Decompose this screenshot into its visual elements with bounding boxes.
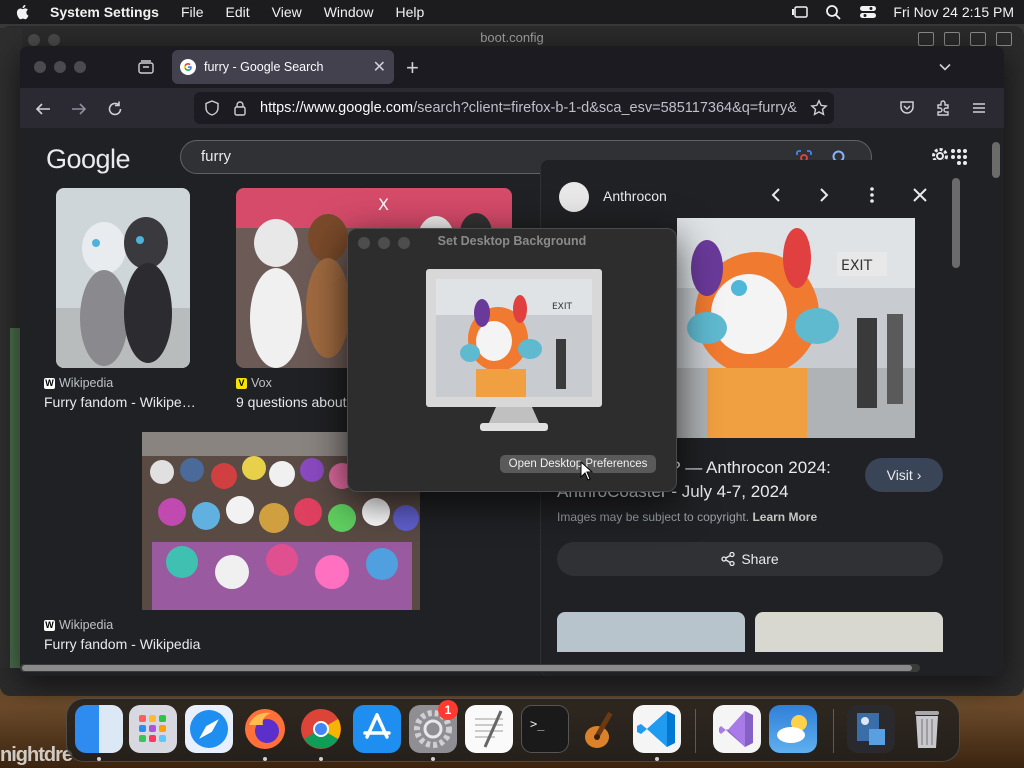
close-panel-icon[interactable] (911, 186, 929, 204)
url-path: /search?client=firefox-b-1-d&sca_esv=585… (413, 100, 797, 116)
menu-view[interactable]: View (272, 4, 302, 20)
dock-textedit-icon[interactable] (465, 705, 513, 753)
set-desktop-background-dialog: Set Desktop Background EXIT Open Desktop… (347, 228, 677, 492)
dock-app-store-icon[interactable] (353, 705, 401, 753)
svg-text:EXIT: EXIT (552, 302, 573, 312)
dialog-title: Set Desktop Background (437, 234, 587, 248)
dock: >_ (66, 698, 960, 762)
panel-site-name[interactable]: Anthrocon (603, 188, 667, 204)
panel-scrollbar[interactable] (952, 178, 960, 268)
menu-bar: System Settings File Edit View Window He… (0, 0, 1024, 24)
dock-chrome-icon[interactable] (297, 705, 345, 753)
url-host: https://www.google.com (260, 100, 414, 116)
result-source: W Wikipedia (44, 376, 114, 390)
panel-right-icon[interactable] (970, 32, 986, 46)
tab-bar: furry - Google Search ✕ + (20, 46, 1004, 88)
address-bar[interactable]: https://www.google.com/search?client=fir… (194, 92, 834, 124)
result-source: V Vox (236, 376, 272, 390)
sidebar-toggle-icon[interactable] (918, 32, 934, 46)
menu-help[interactable]: Help (396, 4, 425, 20)
bookmark-star-icon[interactable] (810, 99, 828, 117)
result-caption[interactable]: Furry fandom - Wikipe… (44, 394, 196, 410)
system-settings-notification-badge: 1 (438, 700, 458, 720)
list-all-tabs-chevron-icon[interactable] (938, 60, 952, 74)
wallpaper-text: nightdre (0, 744, 73, 766)
wikipedia-icon: W (44, 377, 55, 389)
tab-title: furry - Google Search (204, 60, 324, 74)
result-source: W Wikipedia (44, 618, 114, 632)
next-image-chevron-icon[interactable] (815, 186, 833, 204)
tab-google-search[interactable]: furry - Google Search ✕ (172, 50, 394, 84)
lock-icon[interactable] (232, 100, 248, 116)
pocket-icon[interactable] (898, 99, 916, 117)
learn-more-link[interactable]: Learn More (752, 510, 817, 524)
google-favicon-icon (180, 59, 196, 75)
control-center-icon[interactable] (859, 4, 877, 20)
layout-icon[interactable] (996, 32, 1012, 46)
copyright-notice: Images may be subject to copyright. Lear… (557, 510, 818, 524)
share-icon (721, 551, 735, 567)
forward-arrow-icon[interactable] (70, 100, 88, 118)
svg-text:>_: >_ (530, 717, 545, 731)
dock-garageband-icon[interactable] (577, 705, 625, 753)
tab-close-icon[interactable]: ✕ (373, 57, 386, 77)
open-desktop-preferences-button[interactable]: Open Desktop Preferences (500, 455, 656, 473)
navigation-toolbar: https://www.google.com/search?client=fir… (20, 88, 1004, 128)
dock-trash-icon[interactable] (903, 705, 951, 753)
bg-toolbar (918, 32, 1012, 46)
apple-menu-icon[interactable] (14, 3, 32, 21)
desktop-preview-monitor: EXIT (426, 269, 602, 431)
menubar-clock[interactable]: Fri Nov 24 2:15 PM (893, 4, 1014, 20)
tracking-protection-shield-icon[interactable] (204, 100, 220, 116)
svg-text:EXIT: EXIT (841, 258, 873, 274)
menu-app-name[interactable]: System Settings (50, 4, 159, 20)
svg-text:X: X (378, 195, 389, 214)
related-image-2[interactable] (755, 612, 943, 652)
dock-vscode-icon[interactable] (633, 705, 681, 753)
anthrocon-favicon-icon (559, 182, 589, 212)
bg-sidebar (0, 28, 22, 668)
stage-manager-icon[interactable] (791, 4, 809, 20)
minimize-window-button[interactable] (54, 61, 66, 73)
menu-edit[interactable]: Edit (226, 4, 250, 20)
spotlight-search-icon[interactable] (825, 4, 843, 20)
new-tab-button[interactable]: + (406, 55, 419, 81)
back-arrow-icon[interactable] (34, 100, 52, 118)
dock-finder-icon[interactable] (75, 705, 123, 753)
previous-image-chevron-icon[interactable] (767, 186, 785, 204)
result-caption[interactable]: Furry fandom - Wikipedia (44, 636, 200, 652)
dock-firefox-icon[interactable] (241, 705, 289, 753)
dock-safari-icon[interactable] (185, 705, 233, 753)
dock-visual-studio-icon[interactable] (713, 705, 761, 753)
search-query: furry (201, 148, 231, 165)
dock-terminal-icon[interactable]: >_ (521, 705, 569, 753)
related-image-1[interactable] (557, 612, 745, 652)
page-horizontal-scrollbar[interactable] (20, 664, 920, 672)
firefox-view-icon[interactable] (138, 59, 154, 75)
menu-file[interactable]: File (181, 4, 204, 20)
preview-image[interactable]: EXIT (677, 218, 915, 438)
result-caption[interactable]: 9 questions about (236, 394, 347, 410)
dock-weather-icon[interactable] (769, 705, 817, 753)
more-options-icon[interactable] (863, 186, 881, 204)
result-thumbnail[interactable] (56, 188, 190, 368)
panel-bottom-icon[interactable] (944, 32, 960, 46)
visit-button[interactable]: Visit › (865, 458, 943, 492)
extensions-puzzle-icon[interactable] (934, 99, 952, 117)
wikipedia-icon: W (44, 619, 55, 631)
bg-window-title: boot.config (480, 30, 544, 45)
share-button[interactable]: Share (557, 542, 943, 576)
close-window-button[interactable] (34, 61, 46, 73)
google-logo[interactable]: Google (46, 144, 131, 175)
reload-icon[interactable] (106, 100, 124, 118)
dock-launchpad-icon[interactable] (129, 705, 177, 753)
vox-icon: V (236, 377, 247, 389)
page-vertical-scrollbar[interactable] (992, 142, 1000, 178)
mouse-pointer-icon (580, 461, 594, 481)
app-menu-hamburger-icon[interactable] (970, 99, 988, 117)
menu-window[interactable]: Window (324, 4, 374, 20)
zoom-window-button[interactable] (74, 61, 86, 73)
dock-preview-icon[interactable] (847, 705, 895, 753)
